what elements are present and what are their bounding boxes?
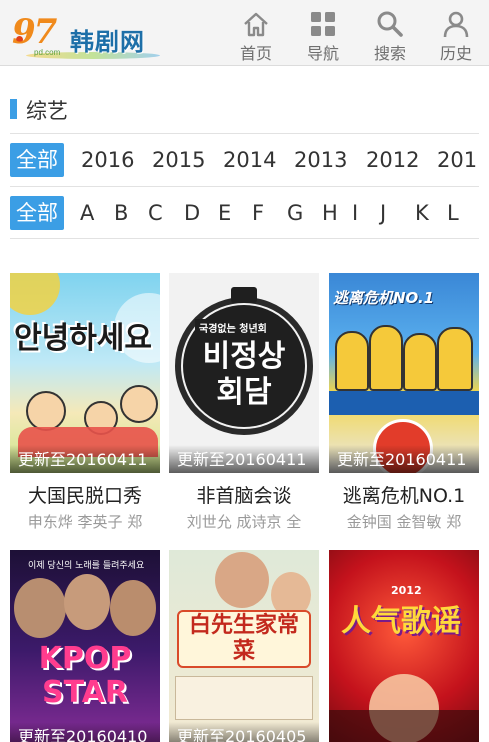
letter-filter-item[interactable]: A	[74, 196, 100, 230]
year-filter-item[interactable]: 2013	[288, 143, 353, 177]
show-title[interactable]: 非首脑会谈	[169, 481, 319, 508]
show-cast: 申东烨 李英子 郑	[27, 513, 143, 531]
logo-number: 97	[12, 12, 57, 52]
show-cast: 刘世允 成诗京 全	[186, 513, 302, 531]
poster-subtitle: 이제 당신의 노래를 들려주세요	[28, 561, 145, 571]
letter-filter-item[interactable]: K	[409, 196, 435, 230]
poster-subtitle: 국경없는 청년회	[195, 319, 271, 336]
update-badge: 更新至20160411	[10, 445, 160, 473]
year-filter-item[interactable]: 2014	[217, 143, 282, 177]
poster-title: 비정상 회담	[202, 339, 286, 410]
grid-icon	[311, 12, 335, 36]
letter-filter-item[interactable]: L	[441, 196, 465, 230]
nav-history-button[interactable]: 历史	[423, 0, 489, 66]
show-title[interactable]: 大国民脱口秀	[10, 481, 160, 508]
poster-title: 逃离危机NO.1	[333, 289, 435, 307]
letter-filter: 全部 A B C D E F G H I J K L	[10, 196, 489, 232]
show-poster[interactable]: 국경없는 청년회 비정상 회담 更新至20160411	[169, 273, 319, 473]
logo-domain: pd.com	[34, 48, 61, 57]
poster-title: 白先生家常菜	[188, 612, 299, 664]
nav-history-label: 历史	[439, 44, 472, 63]
logo-site-text: 韩剧网	[70, 28, 145, 56]
year-filter: 全部 2016 2015 2014 2013 2012 201	[10, 143, 489, 179]
letter-filter-item[interactable]: B	[108, 196, 134, 230]
update-badge: 更新至20160410	[10, 722, 160, 742]
letter-filter-item[interactable]: F	[246, 196, 270, 230]
show-title[interactable]: 逃离危机NO.1	[329, 481, 479, 508]
nav-guide-label: 导航	[306, 44, 339, 63]
show-poster[interactable]: 안녕하세요 更新至20160411	[10, 273, 160, 473]
show-poster[interactable]: 2012 人气歌谣	[329, 550, 479, 742]
nav-guide-button[interactable]: 导航	[290, 0, 356, 66]
show-poster[interactable]: 白先生家常菜 更新至20160405	[169, 550, 319, 742]
year-filter-item[interactable]: 2016	[75, 143, 140, 177]
year-filter-item[interactable]: 2015	[146, 143, 211, 177]
poster-title: KPOP STAR	[38, 641, 132, 710]
letter-filter-item[interactable]: G	[281, 196, 309, 230]
letter-filter-item[interactable]: D	[178, 196, 206, 230]
title-accent-bar	[10, 99, 17, 119]
search-icon	[377, 11, 403, 37]
update-badge: 更新至20160405	[169, 722, 319, 742]
letter-filter-item[interactable]: I	[346, 196, 364, 230]
top-header: 97 pd.com 韩剧网 首页 导航 搜索 历史	[0, 0, 489, 66]
nav-home-button[interactable]: 首页	[223, 0, 289, 66]
show-poster[interactable]: 이제 당신의 노래를 들려주세요 KPOP STAR 更新至20160410	[10, 550, 160, 742]
nav-search-button[interactable]: 搜索	[357, 0, 423, 66]
year-filter-item[interactable]: 2012	[360, 143, 425, 177]
divider	[10, 186, 479, 187]
year-filter-item[interactable]: 201	[431, 143, 483, 177]
site-logo[interactable]: 97 pd.com 韩剧网	[12, 12, 162, 60]
year-filter-all[interactable]: 全部	[10, 143, 64, 177]
nav-home-label: 首页	[239, 44, 272, 63]
divider	[10, 238, 479, 239]
update-badge: 更新至20160411	[169, 445, 319, 473]
show-cast: 金钟国 金智敏 郑	[346, 513, 462, 531]
letter-filter-item[interactable]: E	[212, 196, 237, 230]
poster-title: 안녕하세요	[14, 321, 152, 356]
letter-filter-item[interactable]: C	[142, 196, 169, 230]
nav-search-label: 搜索	[373, 44, 406, 63]
show-poster[interactable]: 逃离危机NO.1 更新至20160411	[329, 273, 479, 473]
divider	[10, 133, 479, 134]
home-icon	[244, 12, 268, 37]
poster-title: 人气歌谣	[341, 604, 461, 639]
letter-filter-item[interactable]: H	[316, 196, 344, 230]
section-title-text: 综艺	[26, 99, 68, 123]
letter-filter-item[interactable]: J	[374, 196, 392, 230]
update-badge: 更新至20160411	[329, 445, 479, 473]
letter-filter-all[interactable]: 全部	[10, 196, 64, 230]
user-icon	[443, 11, 469, 38]
